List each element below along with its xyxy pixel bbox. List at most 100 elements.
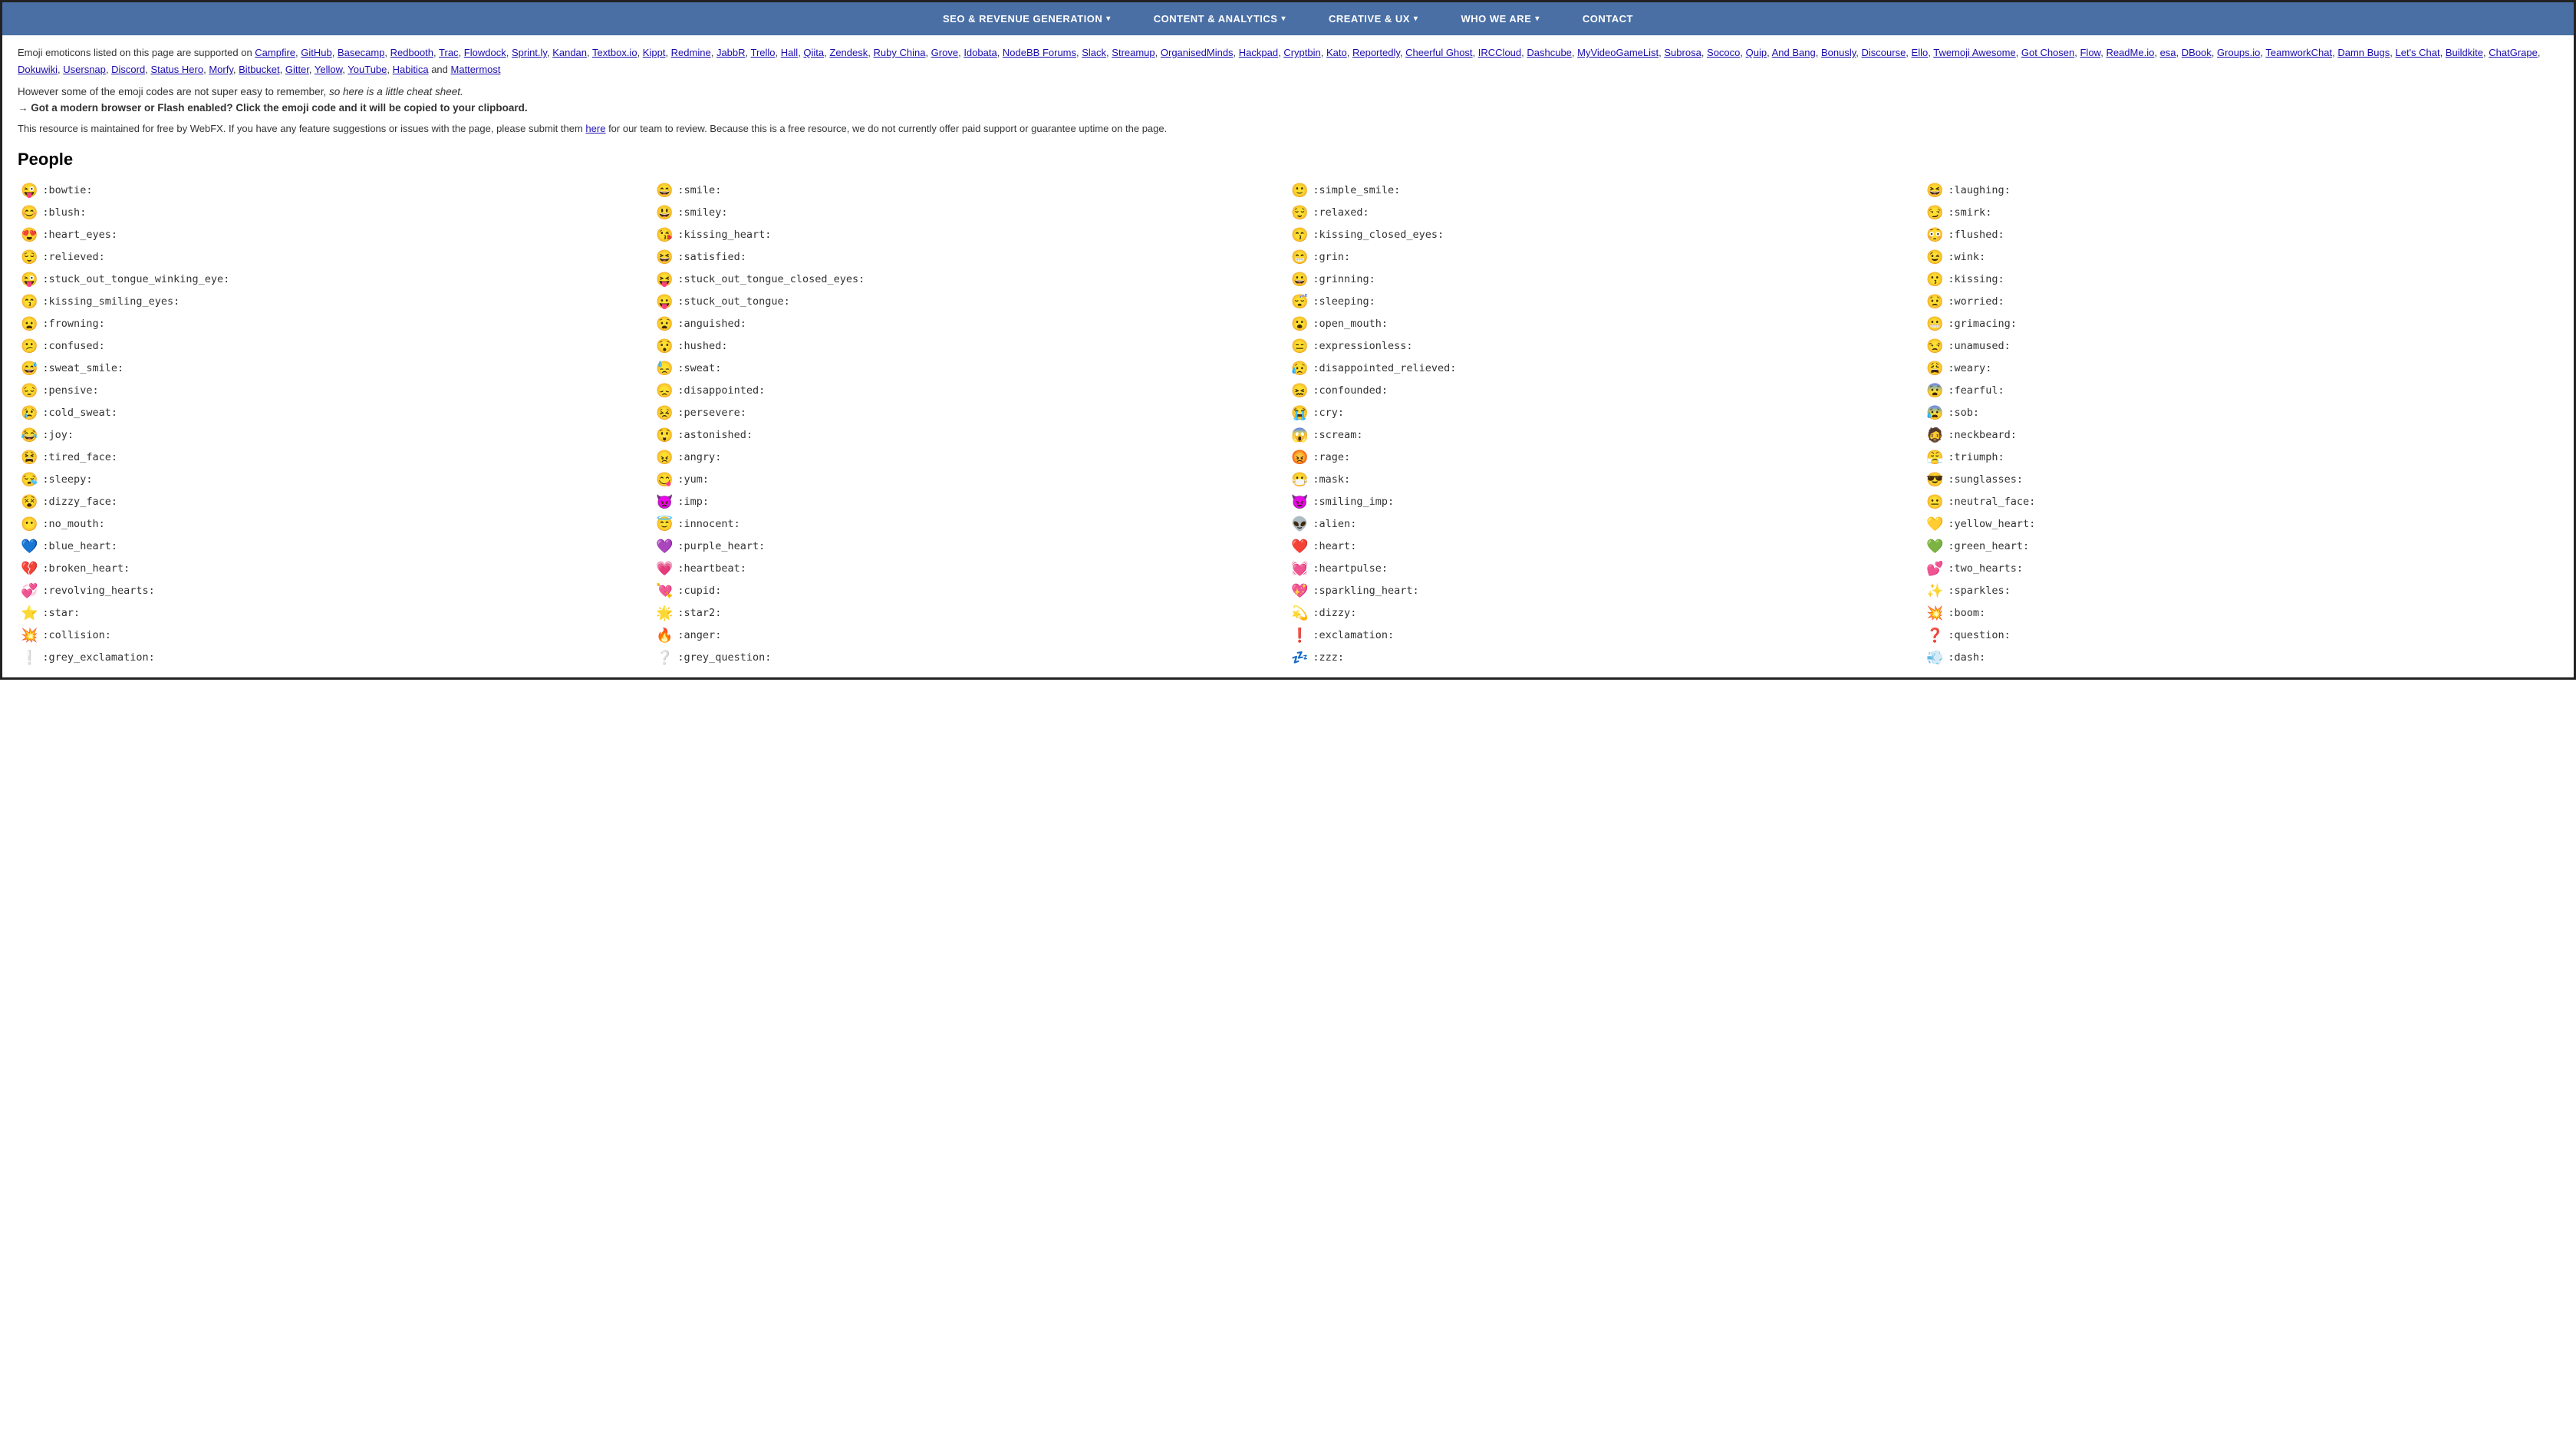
link-twemoji[interactable]: Twemoji Awesome [1933, 47, 2015, 58]
link-kato[interactable]: Kato [1326, 47, 1347, 58]
list-item[interactable]: 😨:fearful: [1923, 381, 2558, 401]
link-damnbugs[interactable]: Damn Bugs [2337, 47, 2390, 58]
list-item[interactable]: 💔:broken_heart: [18, 558, 653, 579]
list-item[interactable]: 😎:sunglasses: [1923, 470, 2558, 490]
list-item[interactable]: 😲:astonished: [653, 425, 1288, 446]
list-item[interactable]: ❓:question: [1923, 625, 2558, 646]
link-redbooth[interactable]: Redbooth [390, 47, 433, 58]
link-readmeio[interactable]: ReadMe.io [2106, 47, 2154, 58]
list-item[interactable]: 🙂:simple_smile: [1288, 180, 1923, 201]
list-item[interactable]: 😔:pensive: [18, 381, 653, 401]
link-trello[interactable]: Trello [751, 47, 776, 58]
list-item[interactable]: 💨:dash: [1923, 647, 2558, 668]
list-item[interactable]: 🔥:anger: [653, 625, 1288, 646]
link-slack[interactable]: Slack [1082, 47, 1106, 58]
list-item[interactable]: ⭐:star: [18, 603, 653, 624]
list-item[interactable]: 😘:kissing_heart: [653, 225, 1288, 245]
list-item[interactable]: 😵:dizzy_face: [18, 492, 653, 512]
link-sococo[interactable]: Sococo [1707, 47, 1740, 58]
list-item[interactable]: 😀:grinning: [1288, 269, 1923, 290]
list-item[interactable]: 💜:purple_heart: [653, 536, 1288, 557]
link-yellow[interactable]: Yellow [315, 64, 342, 75]
list-item[interactable]: 😜:stuck_out_tongue_winking_eye: [18, 269, 653, 290]
nav-item-seo[interactable]: SEO & REVENUE GENERATION ▾ [921, 2, 1132, 35]
list-item[interactable]: 😙:kissing_smiling_eyes: [18, 292, 653, 312]
list-item[interactable]: 😴:sleeping: [1288, 292, 1923, 312]
list-item[interactable]: 😍:heart_eyes: [18, 225, 653, 245]
list-item[interactable]: 😱:scream: [1288, 425, 1923, 446]
link-qiita[interactable]: Qiita [803, 47, 824, 58]
link-buildkite[interactable]: Buildkite [2446, 47, 2483, 58]
link-jabbr[interactable]: JabbR [716, 47, 746, 58]
link-discourse[interactable]: Discourse [1862, 47, 1906, 58]
list-item[interactable]: 😟:worried: [1923, 292, 2558, 312]
link-cryptbin[interactable]: Cryptbin [1283, 47, 1320, 58]
list-item[interactable]: 💫:dizzy: [1288, 603, 1923, 624]
list-item[interactable]: 😉:wink: [1923, 247, 2558, 268]
list-item[interactable]: 😌:relaxed: [1288, 203, 1923, 223]
list-item[interactable]: 😗:kissing: [1923, 269, 2558, 290]
list-item[interactable]: 💞:revolving_hearts: [18, 581, 653, 601]
link-usersnap[interactable]: Usersnap [63, 64, 106, 75]
list-item[interactable]: ❗:exclamation: [1288, 625, 1923, 646]
resource-here-link[interactable]: here [585, 123, 605, 134]
link-flow[interactable]: Flow [2080, 47, 2100, 58]
link-dashcube[interactable]: Dashcube [1527, 47, 1572, 58]
list-item[interactable]: 💖:sparkling_heart: [1288, 581, 1923, 601]
list-item[interactable]: 😇:innocent: [653, 514, 1288, 535]
link-redmine[interactable]: Redmine [671, 47, 711, 58]
link-kandan[interactable]: Kandan [552, 47, 587, 58]
list-item[interactable]: 💘:cupid: [653, 581, 1288, 601]
nav-item-content[interactable]: CONTENT & ANALYTICS ▾ [1132, 2, 1307, 35]
link-gotchosen[interactable]: Got Chosen [2021, 47, 2074, 58]
link-gitter[interactable]: Gitter [285, 64, 309, 75]
link-grove[interactable]: Grove [931, 47, 958, 58]
list-item[interactable]: 😪:sleepy: [18, 470, 653, 490]
link-ello[interactable]: Ello [1912, 47, 1929, 58]
list-item[interactable]: 💓:heartpulse: [1288, 558, 1923, 579]
link-github[interactable]: GitHub [301, 47, 331, 58]
list-item[interactable]: 😂:joy: [18, 425, 653, 446]
list-item[interactable]: 🧔:neckbeard: [1923, 425, 2558, 446]
list-item[interactable]: 😩:weary: [1923, 358, 2558, 379]
link-kippt[interactable]: Kippt [643, 47, 666, 58]
list-item[interactable]: 💕:two_hearts: [1923, 558, 2558, 579]
link-bitbucket[interactable]: Bitbucket [239, 64, 279, 75]
link-habitica[interactable]: Habitica [393, 64, 429, 75]
link-andbang[interactable]: And Bang [1772, 47, 1816, 58]
link-esa[interactable]: esa [2160, 47, 2176, 58]
list-item[interactable]: 😧:anguished: [653, 314, 1288, 334]
list-item[interactable]: 😑:expressionless: [1288, 336, 1923, 357]
link-cheerfulghot[interactable]: Cheerful Ghost [1405, 47, 1472, 58]
list-item[interactable]: 😣:persevere: [653, 403, 1288, 423]
list-item[interactable]: 😓:sweat: [653, 358, 1288, 379]
list-item[interactable]: 💗:heartbeat: [653, 558, 1288, 579]
list-item[interactable]: 🌟:star2: [653, 603, 1288, 624]
list-item[interactable]: ✨:sparkles: [1923, 581, 2558, 601]
link-idobata[interactable]: Idobata [964, 47, 996, 58]
link-subrosa[interactable]: Subrosa [1664, 47, 1701, 58]
list-item[interactable]: ❤️:heart: [1288, 536, 1923, 557]
list-item[interactable]: 👿:imp: [653, 492, 1288, 512]
link-statushero[interactable]: Status Hero [150, 64, 203, 75]
link-textbox[interactable]: Textbox.io [592, 47, 637, 58]
link-dbook[interactable]: DBook [2182, 47, 2212, 58]
list-item[interactable]: ❕:grey_exclamation: [18, 647, 653, 668]
list-item[interactable]: 😆:satisfied: [653, 247, 1288, 268]
list-item[interactable]: 😕:confused: [18, 336, 653, 357]
link-rubychina[interactable]: Ruby China [874, 47, 926, 58]
link-teamworkchat[interactable]: TeamworkChat [2265, 47, 2332, 58]
list-item[interactable]: 😈:smiling_imp: [1288, 492, 1923, 512]
list-item[interactable]: 😬:grimacing: [1923, 314, 2558, 334]
list-item[interactable]: 😳:flushed: [1923, 225, 2558, 245]
list-item[interactable]: 💥:boom: [1923, 603, 2558, 624]
list-item[interactable]: 😶:no_mouth: [18, 514, 653, 535]
link-nodebb[interactable]: NodeBB Forums [1003, 47, 1076, 58]
list-item[interactable]: 💙:blue_heart: [18, 536, 653, 557]
list-item[interactable]: 😅:sweat_smile: [18, 358, 653, 379]
link-groupsio[interactable]: Groups.io [2217, 47, 2260, 58]
list-item[interactable]: 😝:stuck_out_tongue_closed_eyes: [653, 269, 1288, 290]
nav-item-who[interactable]: WHO WE ARE ▾ [1439, 2, 1560, 35]
list-item[interactable]: 😛:stuck_out_tongue: [653, 292, 1288, 312]
list-item[interactable]: 😋:yum: [653, 470, 1288, 490]
